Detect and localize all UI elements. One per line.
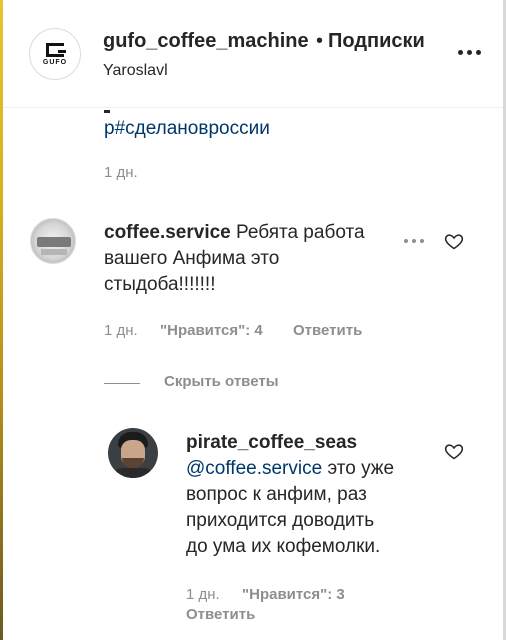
clipped-caption-text — [104, 108, 164, 114]
reply-text-line: до ума их кофемолки. — [186, 536, 381, 557]
header-separator: • — [316, 30, 324, 52]
reply-body: pirate_coffee_seas @coffee.service это у… — [186, 430, 436, 560]
reply-button[interactable]: Ответить — [293, 322, 362, 339]
reply-text-line: приходится доводить — [186, 510, 375, 531]
post-header: GUFO gufo_coffee_machine • Подписки Yaro… — [3, 0, 503, 108]
like-heart-icon[interactable] — [444, 231, 464, 251]
comment-text-line: Ребята работа — [236, 222, 365, 243]
avatar-pirate-coffee-seas[interactable] — [108, 428, 158, 478]
comment-username[interactable]: coffee.service — [104, 222, 231, 243]
reply-time: 1 дн. — [186, 586, 220, 603]
comment-text-line: вашего Анфима это — [104, 248, 280, 269]
following-button[interactable]: Подписки — [328, 30, 425, 53]
caption-hashtag[interactable]: р#сделановроссии — [104, 118, 270, 140]
reply-mention-link[interactable]: @coffee.service — [186, 458, 322, 479]
comment-time: 1 дн. — [104, 322, 138, 339]
more-options-icon[interactable] — [458, 50, 482, 58]
reply-username[interactable]: pirate_coffee_seas — [186, 432, 357, 453]
avatar-coffee-service[interactable] — [30, 218, 76, 264]
logo-text: GUFO — [42, 58, 68, 66]
profile-avatar-logo[interactable]: GUFO — [29, 28, 81, 80]
reply-likes[interactable]: "Нравится": 3 — [242, 586, 345, 603]
reply-text-line: это уже — [327, 458, 395, 479]
comment-more-icon[interactable] — [404, 239, 428, 247]
caption-time: 1 дн. — [104, 164, 138, 181]
header-location[interactable]: Yaroslavl — [103, 62, 168, 80]
reply-text-line: вопрос к анфим, раз — [186, 484, 367, 505]
header-username[interactable]: gufo_coffee_machine — [103, 30, 309, 53]
like-heart-icon[interactable] — [444, 441, 464, 461]
gufo-logo-icon — [46, 42, 66, 57]
reply-button[interactable]: Ответить — [186, 606, 255, 623]
comment-likes[interactable]: "Нравится": 4 — [160, 322, 263, 339]
comment-body: coffee.service Ребята работа вашего Анфи… — [104, 220, 404, 298]
hide-replies-button[interactable]: Скрыть ответы — [164, 373, 279, 390]
replies-divider — [104, 383, 140, 384]
comment-text-line: стыдоба!!!!!!! — [104, 274, 216, 295]
